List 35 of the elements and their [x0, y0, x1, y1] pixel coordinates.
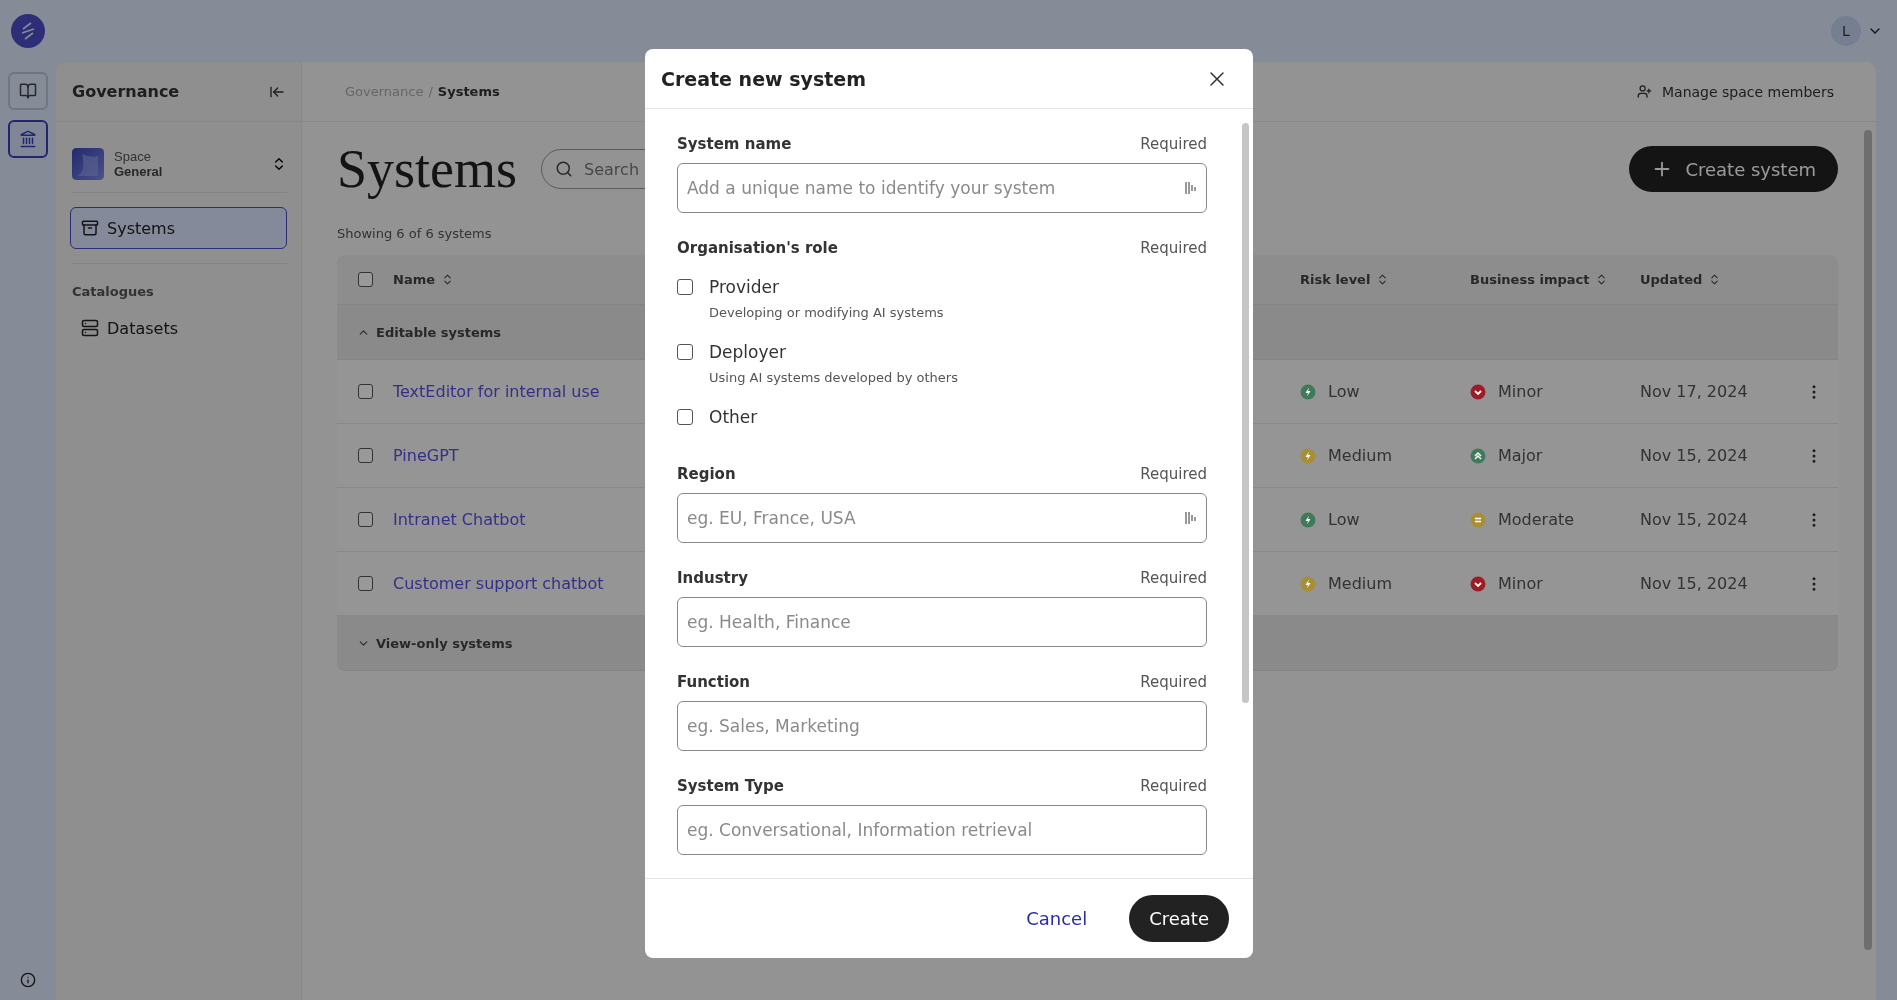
- dialog-title: Create new system: [661, 67, 866, 90]
- risk-level: Low: [1328, 382, 1360, 401]
- breadcrumb-item: Systems: [437, 84, 500, 99]
- business-impact: Minor: [1498, 382, 1543, 401]
- space-name: General: [114, 164, 164, 179]
- updated-date: Nov 15, 2024: [1640, 446, 1749, 465]
- business-impact: Minor: [1498, 574, 1543, 593]
- field-label: Region: [677, 465, 736, 483]
- required-note: Required: [1140, 673, 1207, 691]
- result-count: Showing 6 of 6 systems: [337, 226, 493, 241]
- updated-date: Nov 15, 2024: [1640, 574, 1749, 593]
- section-title: Catalogues: [72, 284, 155, 299]
- page-title: Systems: [337, 138, 518, 200]
- required-note: Required: [1140, 569, 1207, 587]
- risk-level: Medium: [1328, 446, 1392, 465]
- required-note: Required: [1140, 777, 1207, 795]
- breadcrumb-separator: /: [428, 84, 433, 99]
- risk-level: Low: [1328, 510, 1360, 529]
- business-impact: Major: [1498, 446, 1543, 465]
- sidebar-title: Governance: [72, 82, 180, 101]
- required-note: Required: [1140, 465, 1207, 483]
- updated-date: Nov 15, 2024: [1640, 510, 1749, 529]
- required-note: Required: [1140, 135, 1207, 153]
- space-label: Space: [114, 149, 152, 164]
- updated-date: Nov 17, 2024: [1640, 382, 1749, 401]
- required-note: Required: [1140, 239, 1207, 257]
- risk-level: Medium: [1328, 574, 1392, 593]
- business-impact: Moderate: [1498, 510, 1575, 529]
- option-description: Developing or modifying AI systems: [709, 305, 945, 320]
- field-label: System Type: [677, 777, 784, 795]
- field-label: Function: [677, 673, 751, 691]
- field-label: Organisation's role: [677, 239, 838, 257]
- field-label: Industry: [677, 569, 748, 587]
- option-description: Using AI systems developed by others: [709, 370, 959, 385]
- field-label: System name: [677, 135, 792, 153]
